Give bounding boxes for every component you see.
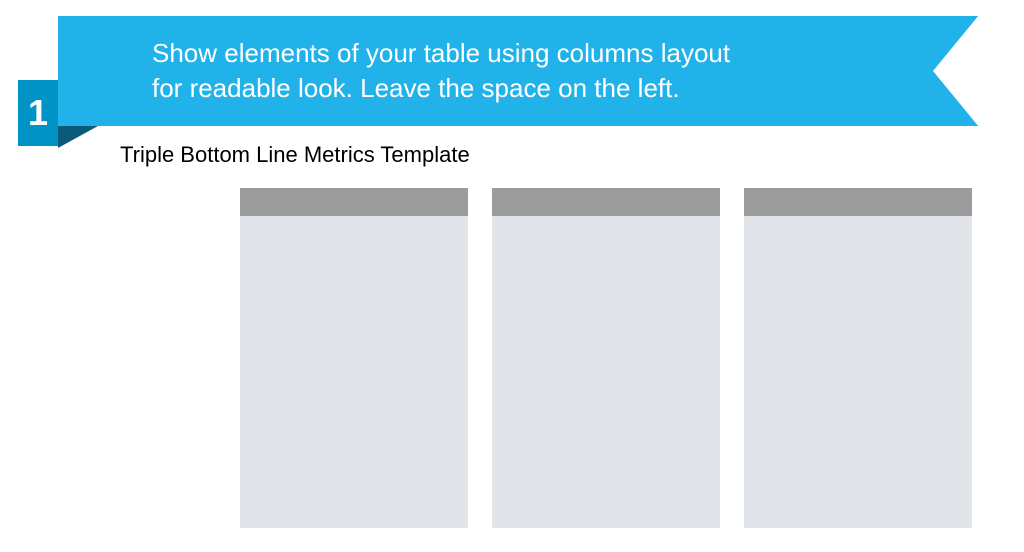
ribbon-line-1: Show elements of your table using column…: [152, 38, 730, 68]
template-column: [492, 188, 720, 528]
step-number-text: 1: [28, 92, 48, 134]
columns-container: [240, 188, 972, 528]
ribbon-fold: [58, 126, 98, 148]
column-header: [240, 188, 468, 216]
step-number-badge: 1: [18, 80, 58, 146]
slide-subtitle: Triple Bottom Line Metrics Template: [120, 142, 470, 168]
instruction-ribbon: Show elements of your table using column…: [0, 16, 980, 148]
ribbon-line-2: for readable look. Leave the space on th…: [152, 73, 680, 103]
column-header: [744, 188, 972, 216]
column-header: [492, 188, 720, 216]
template-column: [744, 188, 972, 528]
column-body: [240, 216, 468, 528]
column-body: [492, 216, 720, 528]
column-body: [744, 216, 972, 528]
ribbon-text: Show elements of your table using column…: [152, 36, 730, 106]
template-column: [240, 188, 468, 528]
ribbon-banner: Show elements of your table using column…: [58, 16, 978, 126]
